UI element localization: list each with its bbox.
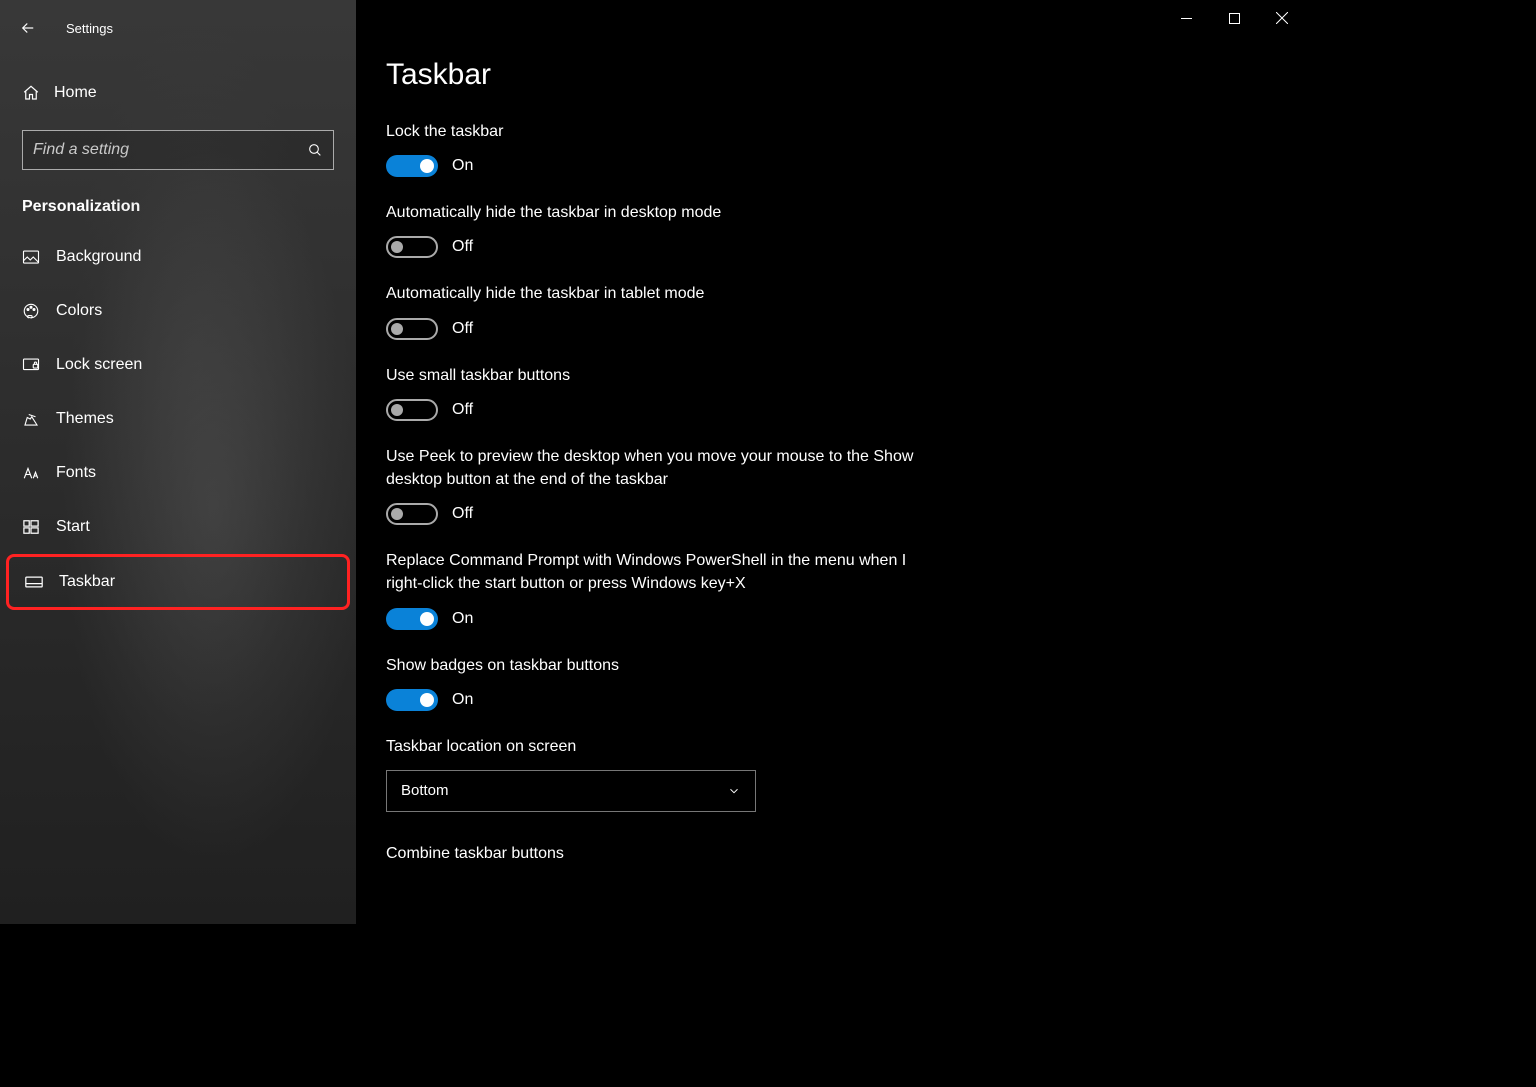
- section-label: Personalization: [22, 198, 334, 216]
- app-title: Settings: [66, 21, 113, 36]
- chevron-down-icon: [727, 784, 741, 798]
- home-icon: [22, 84, 40, 102]
- setting-peek: Use Peek to preview the desktop when you…: [386, 445, 926, 525]
- setting-combine: Combine taskbar buttons: [386, 842, 926, 865]
- nav-label: Colors: [56, 302, 102, 320]
- nav-item-colors[interactable]: Colors: [0, 284, 356, 338]
- setting-label: Use Peek to preview the desktop when you…: [386, 445, 926, 491]
- minimize-button[interactable]: [1162, 0, 1210, 36]
- setting-label: Combine taskbar buttons: [386, 842, 926, 865]
- setting-autohide-desktop: Automatically hide the taskbar in deskto…: [386, 201, 926, 258]
- setting-lock-taskbar: Lock the taskbar On: [386, 120, 926, 177]
- search-icon: [307, 142, 323, 158]
- picture-icon: [22, 249, 40, 265]
- close-icon: [1276, 12, 1288, 24]
- setting-autohide-tablet: Automatically hide the taskbar in tablet…: [386, 282, 926, 339]
- setting-small-buttons: Use small taskbar buttons Off: [386, 364, 926, 421]
- content-area: Taskbar Lock the taskbar On Automaticall…: [356, 0, 1306, 924]
- setting-label: Show badges on taskbar buttons: [386, 654, 926, 677]
- toggle-lock-taskbar[interactable]: [386, 155, 438, 177]
- setting-powershell: Replace Command Prompt with Windows Powe…: [386, 549, 926, 629]
- window-controls: [1162, 0, 1306, 36]
- toggle-state: Off: [452, 505, 473, 523]
- setting-label: Automatically hide the taskbar in tablet…: [386, 282, 926, 305]
- nav-label: Background: [56, 248, 141, 266]
- nav-home-label: Home: [54, 84, 97, 102]
- nav-item-fonts[interactable]: Fonts: [0, 446, 356, 500]
- toggle-autohide-desktop[interactable]: [386, 236, 438, 258]
- nav-label: Taskbar: [59, 573, 115, 591]
- nav-list: Background Colors Lock screen Themes Fon…: [0, 230, 356, 610]
- nav-home[interactable]: Home: [0, 70, 356, 116]
- palette-icon: [22, 302, 40, 320]
- setting-label: Replace Command Prompt with Windows Powe…: [386, 549, 926, 595]
- maximize-button[interactable]: [1210, 0, 1258, 36]
- toggle-peek[interactable]: [386, 503, 438, 525]
- nav-item-start[interactable]: Start: [0, 500, 356, 554]
- search-box[interactable]: [22, 130, 334, 170]
- nav-item-lockscreen[interactable]: Lock screen: [0, 338, 356, 392]
- page-title: Taskbar: [386, 58, 1306, 92]
- start-icon: [22, 519, 40, 535]
- setting-label: Automatically hide the taskbar in deskto…: [386, 201, 926, 224]
- setting-badges: Show badges on taskbar buttons On: [386, 654, 926, 711]
- setting-location: Taskbar location on screen Bottom: [386, 735, 926, 812]
- titlebar: Settings: [0, 8, 356, 48]
- minimize-icon: [1181, 13, 1192, 24]
- setting-label: Lock the taskbar: [386, 120, 926, 143]
- toggle-autohide-tablet[interactable]: [386, 318, 438, 340]
- arrow-left-icon: [19, 19, 37, 37]
- setting-label: Use small taskbar buttons: [386, 364, 926, 387]
- dropdown-value: Bottom: [401, 782, 449, 799]
- nav-label: Start: [56, 518, 90, 536]
- toggle-state: Off: [452, 320, 473, 338]
- close-button[interactable]: [1258, 0, 1306, 36]
- search-input[interactable]: [33, 141, 307, 159]
- nav-item-themes[interactable]: Themes: [0, 392, 356, 446]
- toggle-state: On: [452, 157, 473, 175]
- nav-item-background[interactable]: Background: [0, 230, 356, 284]
- taskbar-icon: [25, 575, 43, 589]
- lock-screen-icon: [22, 357, 40, 373]
- toggle-powershell[interactable]: [386, 608, 438, 630]
- sidebar: Settings Home Personalization Background…: [0, 0, 356, 924]
- toggle-badges[interactable]: [386, 689, 438, 711]
- dropdown-taskbar-location[interactable]: Bottom: [386, 770, 756, 812]
- maximize-icon: [1229, 13, 1240, 24]
- themes-icon: [22, 410, 40, 428]
- nav-label: Fonts: [56, 464, 96, 482]
- nav-label: Themes: [56, 410, 114, 428]
- toggle-state: On: [452, 691, 473, 709]
- setting-label: Taskbar location on screen: [386, 735, 926, 758]
- toggle-state: Off: [452, 238, 473, 256]
- toggle-small-buttons[interactable]: [386, 399, 438, 421]
- toggle-state: On: [452, 610, 473, 628]
- back-button[interactable]: [10, 10, 46, 46]
- nav-label: Lock screen: [56, 356, 142, 374]
- nav-item-taskbar[interactable]: Taskbar: [6, 554, 350, 610]
- fonts-icon: [22, 465, 40, 481]
- toggle-state: Off: [452, 401, 473, 419]
